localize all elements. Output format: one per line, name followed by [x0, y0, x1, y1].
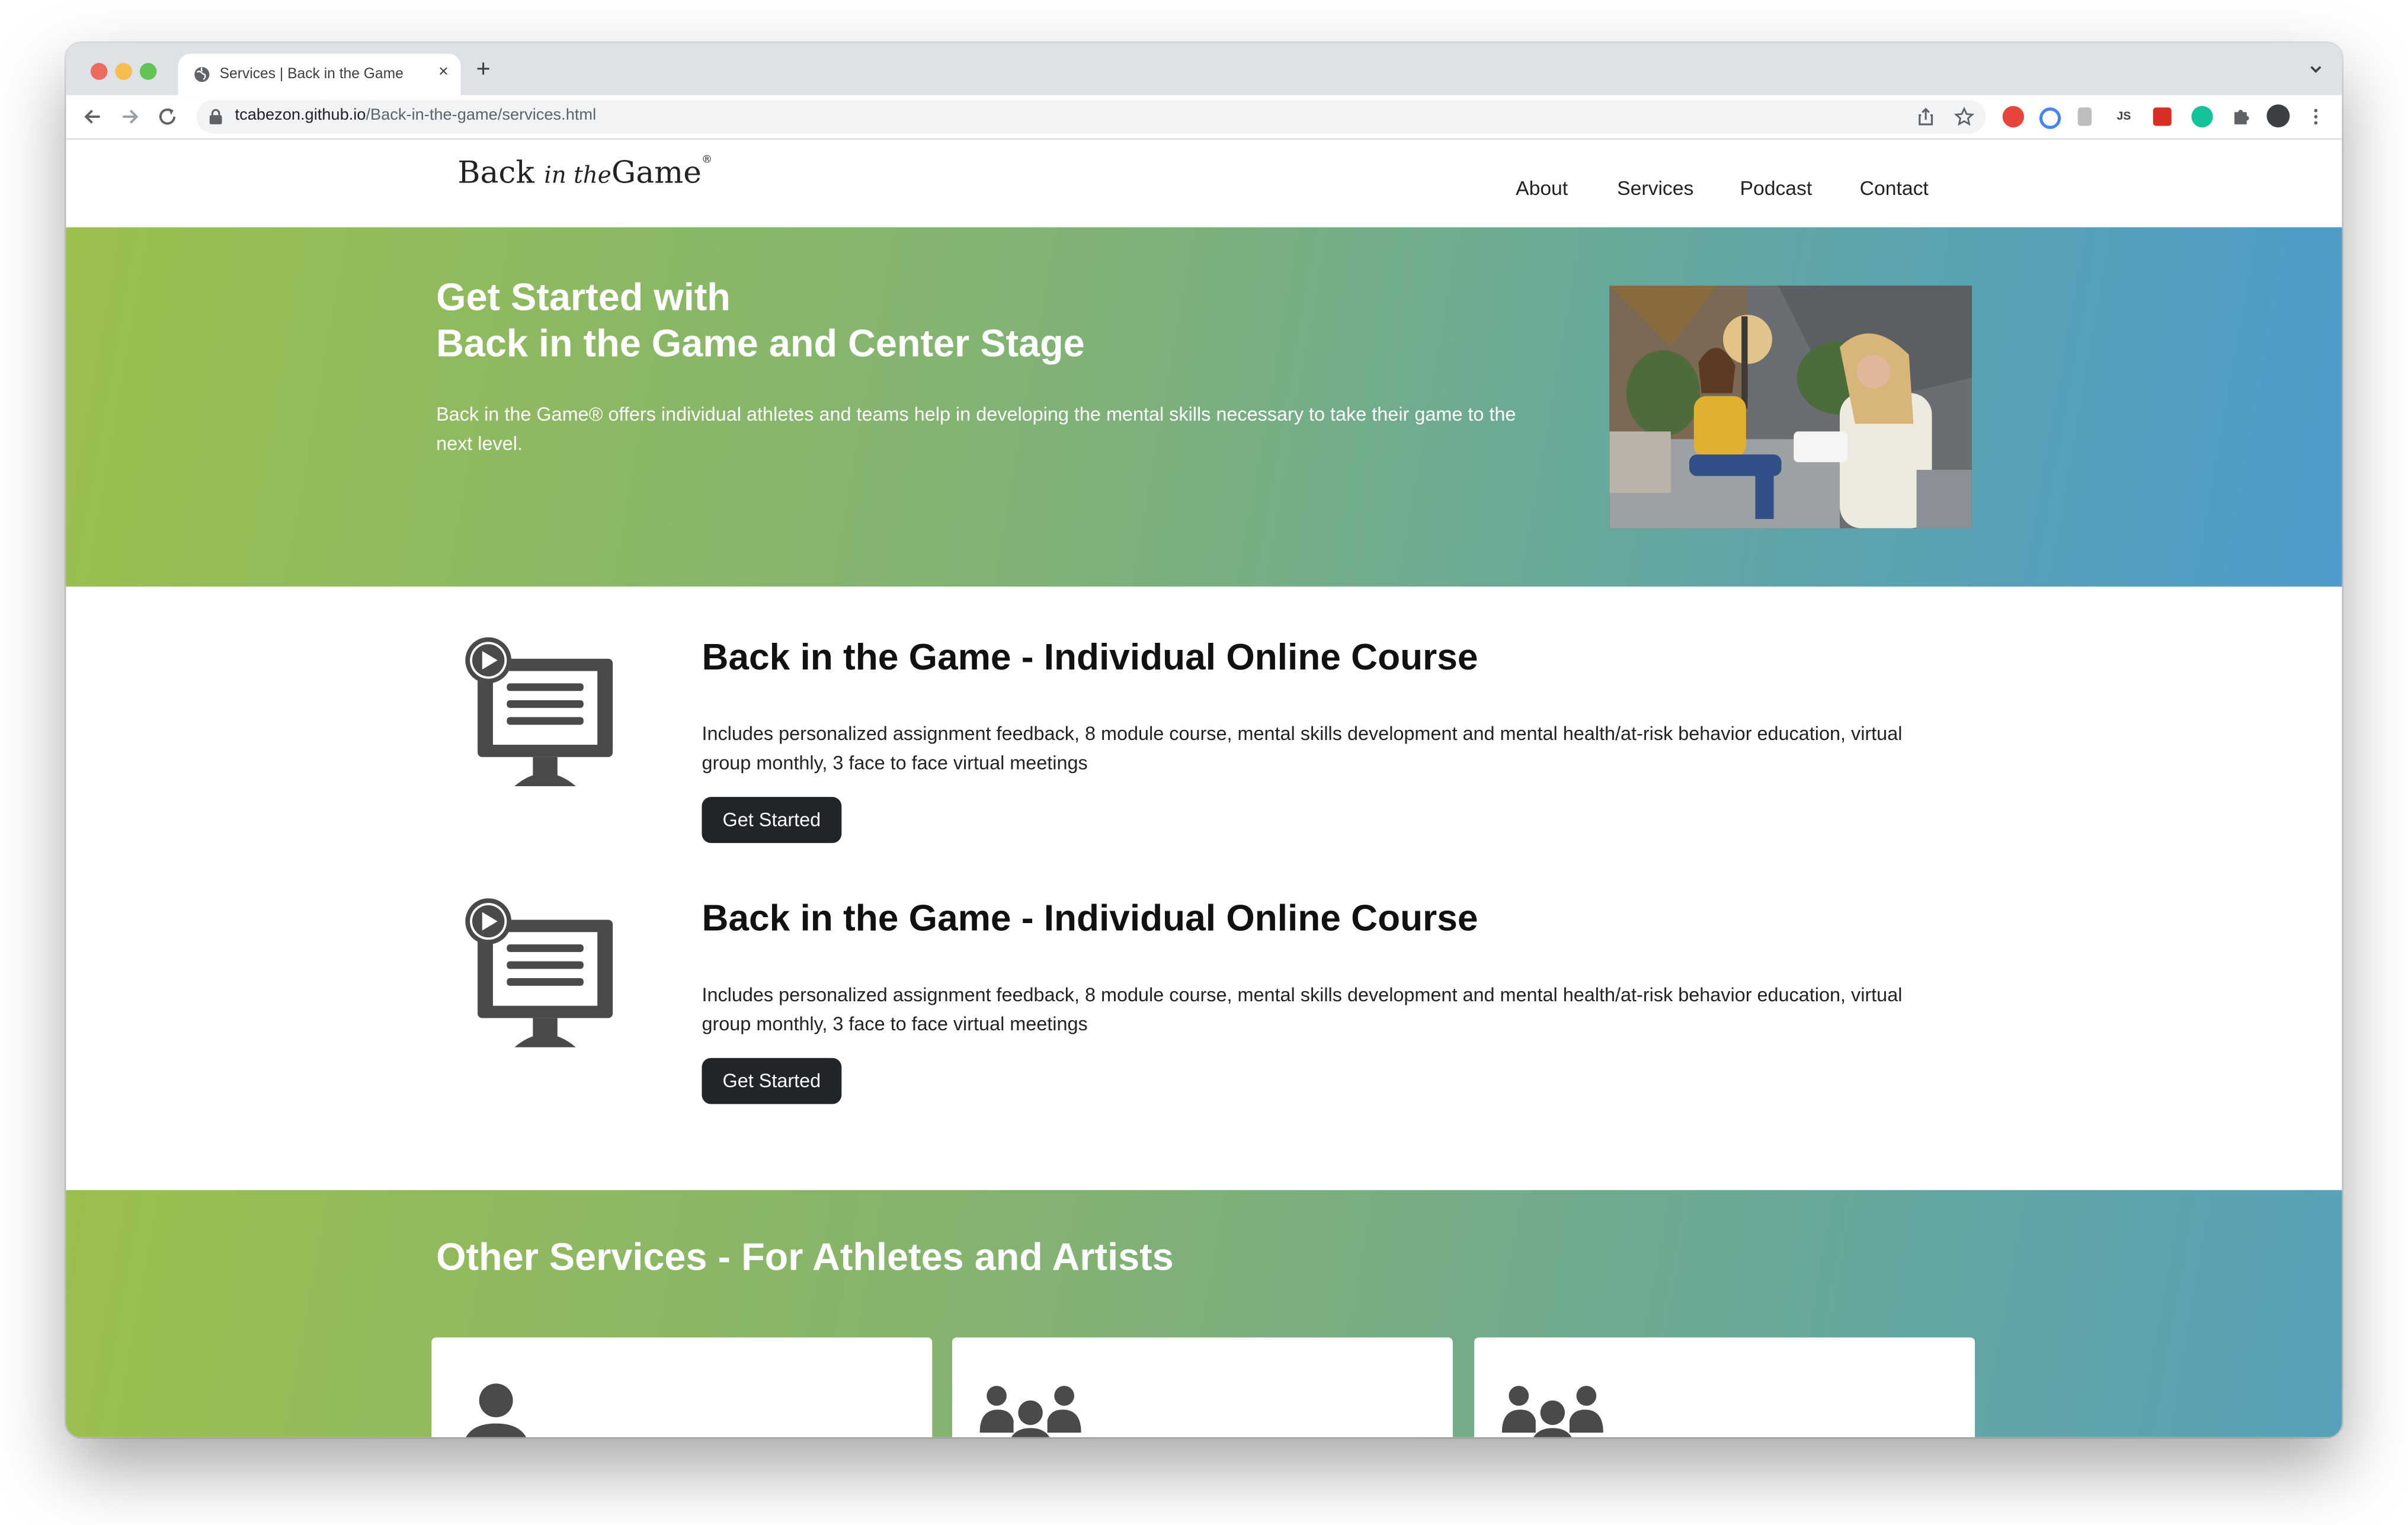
nav-contact[interactable]: Contact — [1860, 177, 1929, 200]
url-host: tcabezon.github.io — [235, 105, 366, 124]
address-bar[interactable]: tcabezon.github.io/Back-in-the-game/serv… — [196, 100, 1986, 134]
puzzle-extensions-icon[interactable] — [2230, 106, 2251, 127]
site-header: Back in theGame® About Services Podcast … — [66, 139, 2342, 228]
red-extension-icon[interactable] — [2153, 107, 2172, 126]
forward-arrow-icon[interactable] — [120, 106, 141, 127]
course-title: Back in the Game - Individual Online Cou… — [702, 898, 1478, 940]
tab-strip: Services | Back in the Game × + — [66, 43, 2342, 95]
hero-title: Get Started with Back in the Game and Ce… — [436, 275, 1085, 367]
logo-word-game: Game — [611, 153, 702, 191]
web-page: Back in theGame® About Services Podcast … — [66, 139, 2342, 1437]
url-path: /Back-in-the-game/services.html — [366, 105, 597, 124]
close-tab-icon[interactable]: × — [438, 63, 449, 81]
minimize-window-button[interactable] — [115, 63, 132, 80]
nav-podcast[interactable]: Podcast — [1740, 177, 1813, 200]
share-icon[interactable] — [1915, 106, 1936, 127]
service-card[interactable] — [431, 1337, 933, 1437]
nav-about[interactable]: About — [1516, 177, 1568, 200]
logo-word-back: Back — [457, 153, 534, 191]
new-tab-button[interactable]: + — [476, 57, 490, 82]
online-course-icon — [465, 637, 613, 787]
back-arrow-icon[interactable] — [81, 106, 103, 127]
hero-title-line2: Back in the Game and Center Stage — [436, 322, 1085, 366]
grammarly-icon[interactable] — [2191, 105, 2213, 128]
chevron-down-icon[interactable] — [2308, 62, 2323, 77]
online-course-icon — [465, 898, 613, 1047]
globe-icon — [194, 67, 210, 82]
service-card[interactable] — [1474, 1337, 1975, 1437]
adblock-extension-icon[interactable] — [2002, 105, 2024, 128]
tab-title: Services | Back in the Game — [219, 66, 404, 83]
kebab-menu-icon[interactable] — [2305, 106, 2326, 127]
hero-section: Get Started with Back in the Game and Ce… — [66, 227, 2342, 587]
get-started-button[interactable]: Get Started — [702, 797, 842, 843]
counseling-session-photo — [1609, 286, 1972, 528]
other-services-section: Other Services - For Athletes and Artist… — [66, 1190, 2342, 1437]
get-started-button[interactable]: Get Started — [702, 1058, 842, 1104]
course-title: Back in the Game - Individual Online Cou… — [702, 637, 1478, 679]
hero-title-line1: Get Started with — [436, 276, 731, 320]
logo-registered-mark: ® — [701, 153, 713, 166]
zoom-window-button[interactable] — [139, 63, 157, 80]
profile-avatar[interactable] — [2266, 104, 2290, 128]
course-description: Includes personalized assignment feedbac… — [702, 723, 1903, 774]
site-logo[interactable]: Back in theGame® — [457, 153, 712, 190]
lock-icon[interactable] — [209, 109, 222, 124]
logo-script: in the — [544, 161, 611, 189]
close-window-button[interactable] — [90, 63, 108, 80]
bookmark-star-icon[interactable] — [1954, 106, 1975, 127]
browser-toolbar: tcabezon.github.io/Back-in-the-game/serv… — [66, 95, 2342, 140]
url-text: tcabezon.github.io/Back-in-the-game/serv… — [235, 106, 597, 124]
course-card: Back in the Game - Individual Online Cou… — [66, 898, 2342, 1129]
hero-description: Back in the Game® offers individual athl… — [436, 403, 1516, 455]
group-icon — [1501, 1386, 1603, 1437]
color-extension-icon[interactable] — [2039, 107, 2061, 129]
browser-tab[interactable]: Services | Back in the Game × — [178, 53, 461, 95]
browser-window: Services | Back in the Game × + tcabezon… — [66, 43, 2342, 1437]
reload-icon[interactable] — [156, 106, 178, 127]
person-icon — [466, 1383, 526, 1437]
nav-services[interactable]: Services — [1617, 177, 1693, 200]
js-extension-icon[interactable]: JS — [2113, 106, 2134, 127]
course-card: Back in the Game - Individual Online Cou… — [66, 637, 2342, 868]
service-card[interactable] — [952, 1337, 1453, 1437]
group-icon — [979, 1386, 1081, 1437]
other-services-title: Other Services - For Athletes and Artist… — [436, 1236, 1174, 1279]
document-extension-icon[interactable] — [2077, 107, 2092, 126]
course-description: Includes personalized assignment feedbac… — [702, 984, 1903, 1035]
